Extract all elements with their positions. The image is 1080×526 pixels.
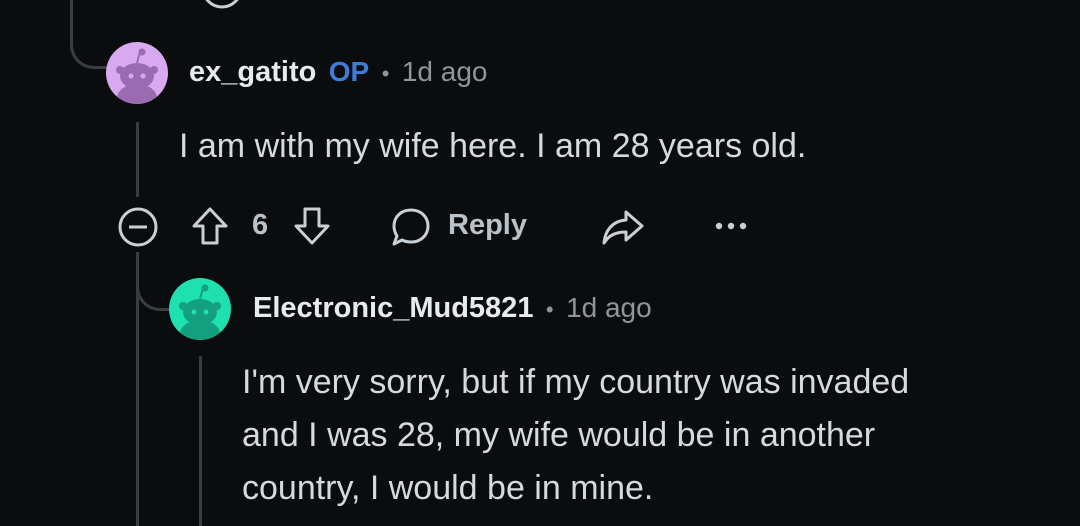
comment-body: I am with my wife here. I am 28 years ol… <box>179 127 807 165</box>
more-icon[interactable] <box>714 218 748 234</box>
reply-body-line: I'm very sorry, but if my country was in… <box>242 363 910 401</box>
reply-header: Electronic_Mud5821 • 1d ago <box>253 292 652 325</box>
reply-button[interactable]: Reply <box>448 209 527 242</box>
reply-body-line: and I was 28, my wife would be in anothe… <box>242 416 876 454</box>
timestamp: 1d ago <box>566 292 652 323</box>
avatar[interactable] <box>169 278 231 340</box>
collapse-icon[interactable] <box>117 206 159 248</box>
reply-body: I'm very sorry, but if my country was in… <box>242 356 909 515</box>
username[interactable]: ex_gatito <box>189 56 316 88</box>
timestamp: 1d ago <box>401 56 488 87</box>
collapse-icon-previous[interactable] <box>200 0 244 10</box>
reply-body-line: country, I would be in mine. <box>242 469 654 507</box>
op-badge: OP <box>328 56 370 87</box>
separator-dot: • <box>545 297 554 322</box>
comment-header: ex_gatito OP • 1d ago <box>189 56 488 89</box>
downvote-icon[interactable] <box>292 205 332 247</box>
comment-bubble-icon[interactable] <box>389 205 433 249</box>
thread-line-reply <box>199 356 202 526</box>
share-icon[interactable] <box>600 206 646 248</box>
thread-elbow-reply <box>136 252 171 311</box>
snoo-avatar-icon <box>116 48 158 104</box>
vote-count: 6 <box>252 209 269 241</box>
avatar[interactable] <box>106 42 168 104</box>
upvote-icon[interactable] <box>190 205 230 247</box>
separator-dot: • <box>381 61 390 86</box>
thread-line-comment <box>136 122 139 197</box>
thread-elbow-top <box>70 0 109 69</box>
snoo-avatar-icon <box>179 284 221 340</box>
username[interactable]: Electronic_Mud5821 <box>253 292 533 324</box>
